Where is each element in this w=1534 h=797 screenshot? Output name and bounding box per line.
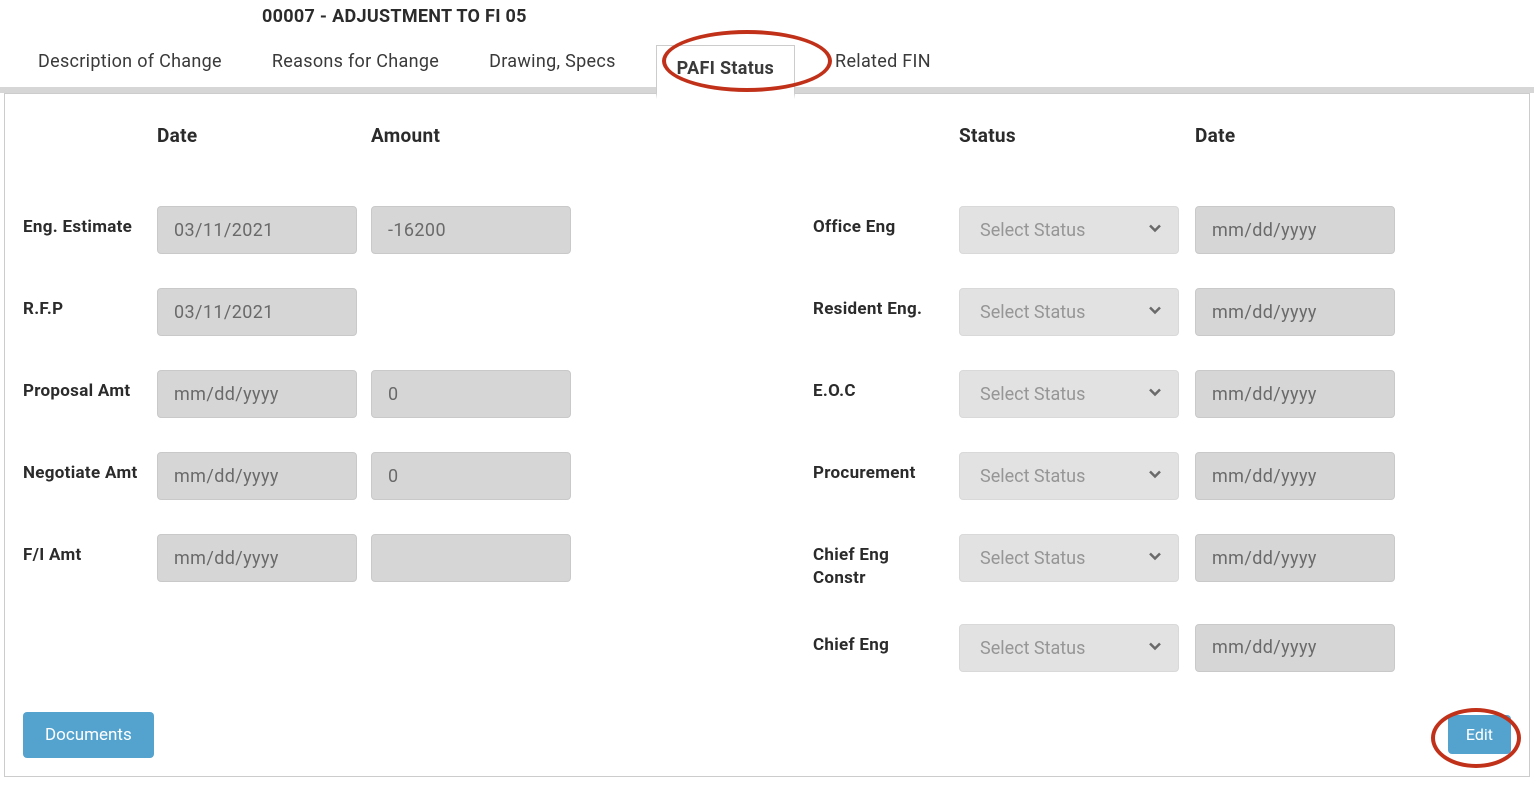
rfp-amount-empty bbox=[371, 288, 571, 336]
tab-panel: Date Amount Eng. Estimate R.F.P Proposal… bbox=[4, 93, 1530, 777]
chief-eng-constr-status-wrap: Select Status bbox=[959, 534, 1179, 582]
fi-amount-input[interactable] bbox=[371, 534, 571, 582]
right-column: Status Date Office Eng Select Status bbox=[813, 124, 1453, 672]
chief-eng-constr-date-input[interactable] bbox=[1195, 534, 1395, 582]
resident-eng-status-select[interactable]: Select Status bbox=[959, 288, 1179, 336]
resident-eng-date-input[interactable] bbox=[1195, 288, 1395, 336]
tab-drawing-specs[interactable]: Drawing, Specs bbox=[479, 39, 626, 87]
eoc-date-input[interactable] bbox=[1195, 370, 1395, 418]
row-label-eoc: E.O.C bbox=[813, 370, 943, 403]
chief-eng-status-wrap: Select Status bbox=[959, 624, 1179, 672]
tab-bar: Description of Change Reasons for Change… bbox=[0, 39, 1534, 93]
empty-header-cell bbox=[23, 124, 143, 172]
chief-eng-constr-status-select[interactable]: Select Status bbox=[959, 534, 1179, 582]
row-label-procurement: Procurement bbox=[813, 452, 943, 485]
documents-button[interactable]: Documents bbox=[23, 712, 154, 758]
procurement-status-wrap: Select Status bbox=[959, 452, 1179, 500]
negotiate-amount-input[interactable] bbox=[371, 452, 571, 500]
row-label-chief-eng: Chief Eng bbox=[813, 624, 943, 657]
negotiate-date-input[interactable] bbox=[157, 452, 357, 500]
page-title: 00007 - ADJUSTMENT TO FI 05 bbox=[0, 0, 1534, 39]
left-column: Date Amount Eng. Estimate R.F.P Proposal… bbox=[23, 124, 713, 672]
col-header-amount: Amount bbox=[371, 124, 571, 155]
fi-date-input[interactable] bbox=[157, 534, 357, 582]
tab-pafi-status[interactable]: PAFI Status bbox=[656, 45, 795, 99]
eoc-status-select[interactable]: Select Status bbox=[959, 370, 1179, 418]
resident-eng-status-wrap: Select Status bbox=[959, 288, 1179, 336]
rfp-date-input[interactable] bbox=[157, 288, 357, 336]
right-grid: Status Date Office Eng Select Status bbox=[813, 124, 1453, 672]
office-eng-status-select[interactable]: Select Status bbox=[959, 206, 1179, 254]
columns: Date Amount Eng. Estimate R.F.P Proposal… bbox=[23, 124, 1511, 672]
proposal-date-input[interactable] bbox=[157, 370, 357, 418]
row-label-rfp: R.F.P bbox=[23, 288, 143, 321]
office-eng-date-input[interactable] bbox=[1195, 206, 1395, 254]
procurement-date-input[interactable] bbox=[1195, 452, 1395, 500]
chief-eng-status-select[interactable]: Select Status bbox=[959, 624, 1179, 672]
row-label-eng-estimate: Eng. Estimate bbox=[23, 206, 143, 239]
left-grid: Date Amount Eng. Estimate R.F.P Proposal… bbox=[23, 124, 713, 582]
tab-related-fin[interactable]: Related FIN bbox=[825, 39, 941, 87]
tab-description-of-change[interactable]: Description of Change bbox=[28, 39, 232, 87]
procurement-status-select[interactable]: Select Status bbox=[959, 452, 1179, 500]
row-label-proposal-amt: Proposal Amt bbox=[23, 370, 143, 403]
row-label-fi-amt: F/I Amt bbox=[23, 534, 143, 567]
proposal-amount-input[interactable] bbox=[371, 370, 571, 418]
panel-footer: Documents Edit bbox=[23, 712, 1511, 758]
row-label-office-eng: Office Eng bbox=[813, 206, 943, 239]
office-eng-status-wrap: Select Status bbox=[959, 206, 1179, 254]
col-header-status: Status bbox=[959, 124, 1179, 155]
row-label-negotiate-amt: Negotiate Amt bbox=[23, 452, 143, 485]
col-header-date: Date bbox=[157, 124, 357, 155]
tab-reasons-for-change[interactable]: Reasons for Change bbox=[262, 39, 449, 87]
page-root: 00007 - ADJUSTMENT TO FI 05 Description … bbox=[0, 0, 1534, 797]
edit-button[interactable]: Edit bbox=[1448, 715, 1511, 754]
chief-eng-date-input[interactable] bbox=[1195, 624, 1395, 672]
empty-header-cell-right bbox=[813, 124, 943, 172]
col-header-date-right: Date bbox=[1195, 124, 1395, 155]
eng-estimate-amount-input[interactable] bbox=[371, 206, 571, 254]
eng-estimate-date-input[interactable] bbox=[157, 206, 357, 254]
row-label-chief-eng-constr: Chief Eng Constr bbox=[813, 534, 943, 590]
row-label-resident-eng: Resident Eng. bbox=[813, 288, 943, 321]
eoc-status-wrap: Select Status bbox=[959, 370, 1179, 418]
